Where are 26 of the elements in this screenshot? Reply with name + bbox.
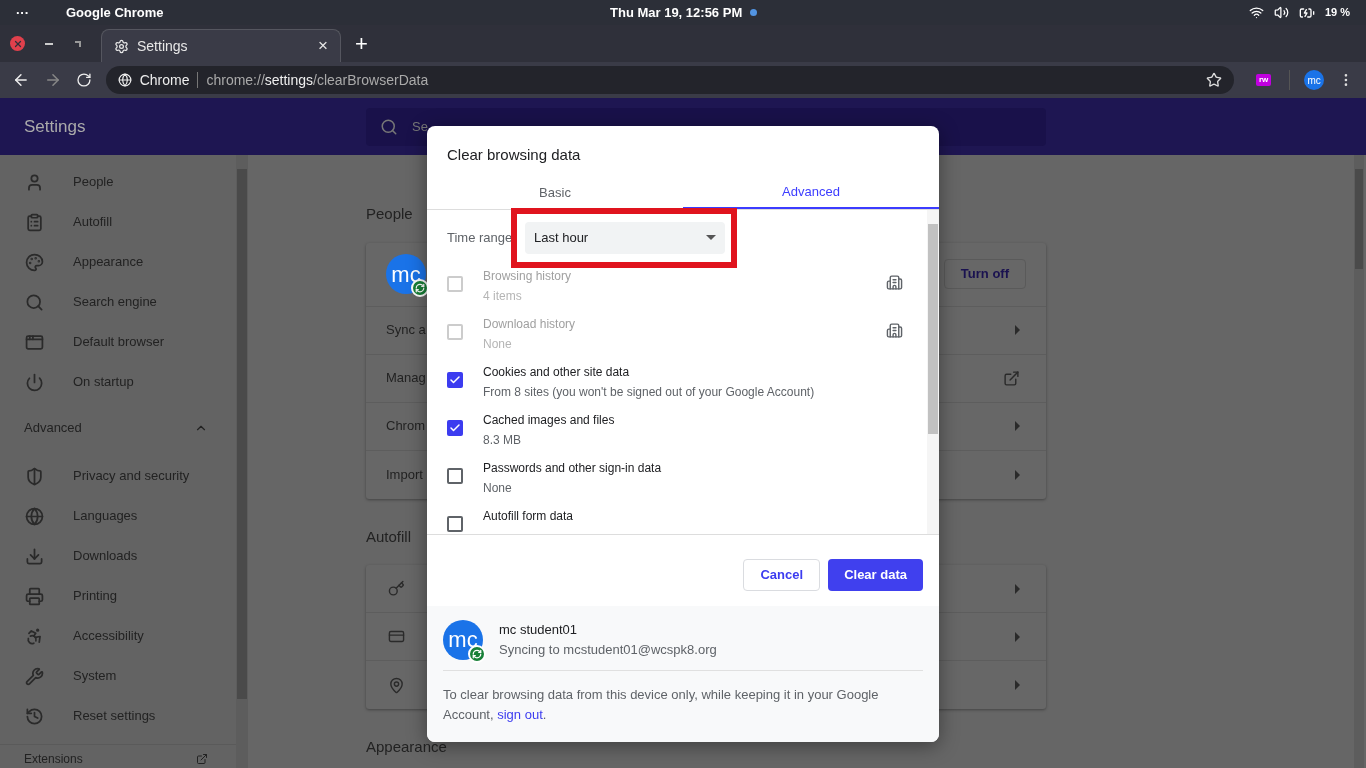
avatar: mc [386, 254, 426, 294]
section-heading: People [366, 204, 414, 224]
item-subtitle: 4 items [483, 287, 523, 305]
account-email: Syncing to mcstudent01@wcspk8.org [499, 640, 717, 659]
item-title: Browsing history [483, 267, 572, 285]
url-text: chrome://settings/clearBrowserData [206, 70, 429, 90]
item-subtitle: None [483, 335, 513, 353]
item-subtitle: None [483, 479, 513, 497]
sign-out-note: To clear browsing data from this device only, while keeping it in your Google Account, sign out. [443, 685, 880, 724]
account-name: mc student01 [499, 620, 579, 639]
section-heading: Autofill [366, 526, 413, 547]
item-title: Cached images and files [483, 411, 615, 429]
item-title: Cookies and other site data [483, 363, 631, 381]
section-heading: Appearance [366, 737, 448, 757]
time-range-label: Time range [447, 228, 514, 247]
item-title: Download history [483, 315, 576, 333]
item-subtitle: 8.3 MB [483, 431, 522, 449]
battery-level: 19 % [1324, 5, 1350, 21]
tab-title: Settings [137, 36, 188, 56]
site-label: Chrome [139, 70, 190, 90]
item-subtitle: From 8 sites (you won't be signed out of your Google Account) [483, 383, 815, 401]
avatar: mc [443, 619, 483, 660]
dialog-title: Clear browsing data [446, 145, 582, 165]
item-title: Autofill form data [483, 507, 574, 525]
item-title: Passwords and other sign-in data [483, 459, 662, 477]
settings-title: Settings [23, 115, 87, 138]
